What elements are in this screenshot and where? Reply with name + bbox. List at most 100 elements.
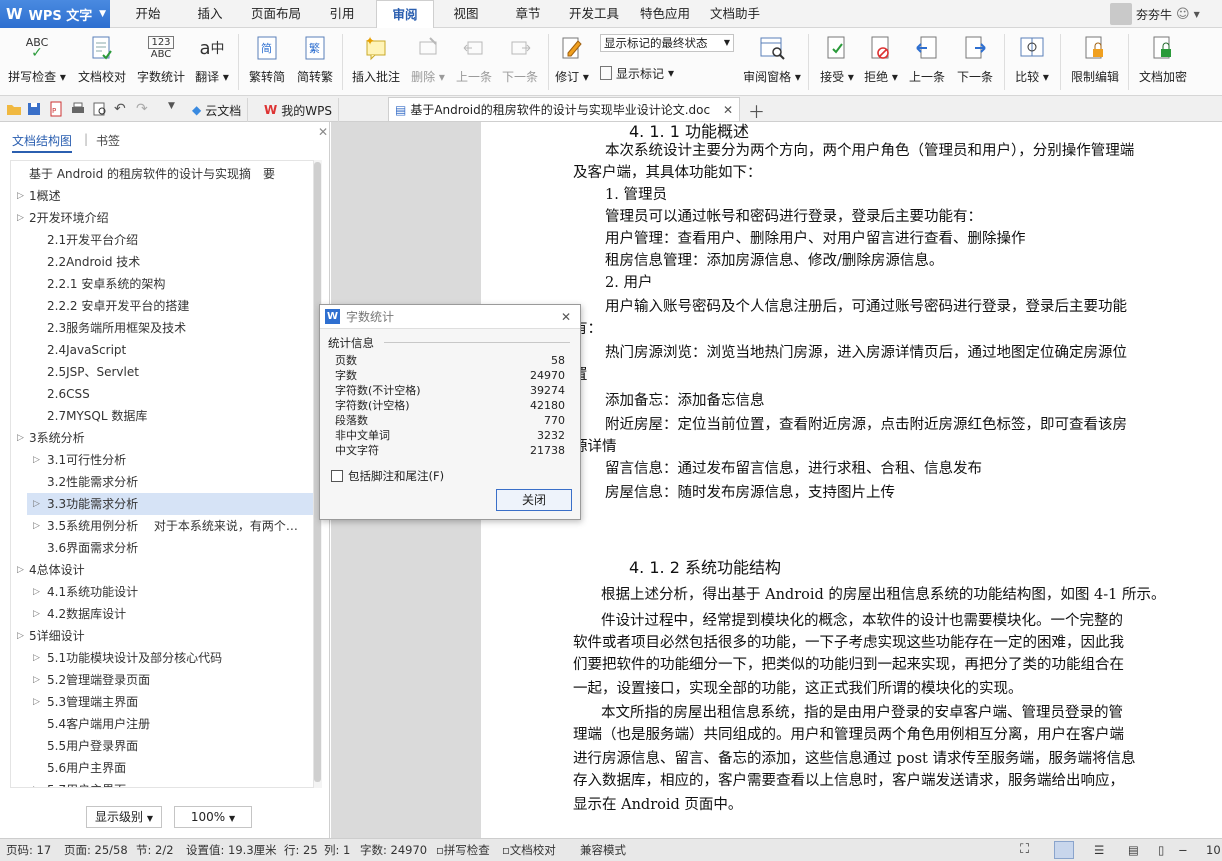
translate-button[interactable]: a中 翻译 ▾ — [190, 32, 234, 92]
outline-item[interactable]: 5.6用户主界面 — [27, 757, 313, 779]
expand-arrow-icon[interactable]: ▷ — [33, 493, 40, 515]
tab-my-wps[interactable]: W 我的WPS — [258, 98, 339, 122]
encrypt-doc-button[interactable]: 文档加密 — [1134, 32, 1192, 92]
dialog-title-bar[interactable]: W 字数统计 ✕ — [320, 305, 580, 329]
outline-item[interactable]: 2.3服务端所用框架及技术 — [27, 317, 313, 339]
export-pdf-icon[interactable]: P — [48, 101, 64, 117]
outline-item[interactable]: ▷ 5详细设计 — [11, 625, 313, 647]
close-icon[interactable]: ✕ — [318, 125, 328, 139]
app-menu-button[interactable]: W WPS 文字 ▼ — [0, 0, 110, 28]
print-preview-icon[interactable] — [92, 101, 108, 117]
insert-comment-button[interactable]: ✦ 插入批注 — [348, 32, 404, 92]
spell-check-button[interactable]: ABC ✓ 拼写检查 ▾ — [6, 32, 68, 92]
outline-item[interactable]: 5.4客户端用户注册 — [27, 713, 313, 735]
outline-item[interactable]: ▷ 5.7用户主界面 — [27, 779, 313, 787]
reject-button[interactable]: 拒绝 ▾ — [860, 32, 902, 92]
web-view-icon[interactable]: ▤ — [1128, 839, 1139, 861]
display-level-select[interactable]: 显示级别 ▼ — [86, 806, 162, 828]
expand-arrow-icon[interactable]: ▷ — [33, 779, 40, 787]
user-area[interactable]: 夯夯牛 ☺ ▼ — [1110, 0, 1222, 28]
delete-comment-button[interactable]: 删除 ▾ — [406, 32, 450, 92]
outline-item[interactable]: 基于 Android 的租房软件的设计与实现摘 要 — [11, 163, 313, 185]
menu-layout[interactable]: 页面布局 — [242, 0, 310, 28]
menu-references[interactable]: 引用 — [312, 0, 372, 28]
simp-to-trad-button[interactable]: 繁 简转繁 — [292, 32, 338, 92]
outline-item[interactable]: 5.5用户登录界面 — [27, 735, 313, 757]
outline-item[interactable]: 3.6界面需求分析 — [27, 537, 313, 559]
menu-insert[interactable]: 插入 — [180, 0, 240, 28]
outline-item[interactable]: ▷ 5.2管理端登录页面 — [27, 669, 313, 691]
next-change-button[interactable]: 下一条 — [952, 32, 998, 92]
outline-view-icon[interactable]: ☰ — [1094, 839, 1104, 861]
print-icon[interactable] — [70, 101, 86, 117]
prev-comment-button[interactable]: 上一条 — [452, 32, 496, 92]
open-folder-icon[interactable] — [6, 101, 22, 117]
outline-item[interactable]: 2.4JavaScript — [27, 339, 313, 361]
tab-cloud-docs[interactable]: ◆ 云文档 — [186, 98, 249, 122]
menu-view[interactable]: 视图 — [438, 0, 494, 28]
status-section[interactable]: 节: 2/2 — [136, 839, 174, 861]
outline-item[interactable]: ▷ 3.3功能需求分析 — [27, 493, 313, 515]
status-proofread[interactable]: ▫文档校对 — [502, 839, 556, 861]
outline-item[interactable]: 2.5JSP、Servlet — [27, 361, 313, 383]
status-position[interactable]: 设置值: 19.3厘米 — [186, 839, 277, 861]
fullscreen-icon[interactable]: ⛶ — [1020, 839, 1029, 861]
expand-arrow-icon[interactable]: ▷ — [33, 603, 40, 625]
status-line[interactable]: 行: 25 — [284, 839, 318, 861]
outline-item[interactable]: ▷ 3系统分析 — [11, 427, 313, 449]
outline-item[interactable]: ▷ 5.3管理端主界面 — [27, 691, 313, 713]
skin-icon[interactable]: ☺ — [1176, 7, 1190, 22]
expand-arrow-icon[interactable]: ▷ — [33, 647, 40, 669]
restrict-editing-button[interactable]: 限制编辑 — [1066, 32, 1124, 92]
trad-to-simp-button[interactable]: 简 繁转简 — [244, 32, 290, 92]
expand-arrow-icon[interactable]: ▷ — [33, 581, 40, 603]
zoom-out-icon[interactable]: − — [1178, 839, 1188, 861]
close-icon[interactable]: ✕ — [561, 310, 571, 324]
review-pane-button[interactable]: 审阅窗格 ▾ — [740, 32, 804, 92]
status-spell-check[interactable]: ▫拼写检查 — [436, 839, 490, 861]
menu-review[interactable]: 审阅 — [376, 0, 434, 29]
next-comment-button[interactable]: 下一条 — [498, 32, 542, 92]
outline-item[interactable]: 3.2性能需求分析 — [27, 471, 313, 493]
outline-item[interactable]: ▷ 4总体设计 — [11, 559, 313, 581]
status-page-number[interactable]: 页码: 17 — [6, 839, 51, 861]
panel-zoom-select[interactable]: 100% ▼ — [174, 806, 252, 828]
save-icon[interactable] — [26, 101, 42, 117]
document-page[interactable]: 4. 1. 1 功能概述 4. 1. 2 系统功能结构 本次系统设计主要分为两个… — [481, 122, 1222, 838]
outline-item[interactable]: ▷ 2开发环境介绍 — [11, 207, 313, 229]
status-word-count[interactable]: 字数: 24970 — [360, 839, 427, 861]
reading-view-icon[interactable]: ▯ — [1158, 839, 1164, 861]
close-icon[interactable]: ✕ — [723, 103, 733, 117]
doc-proof-button[interactable]: 文档校对 — [72, 32, 132, 92]
outline-item[interactable]: 2.7MYSQL 数据库 — [27, 405, 313, 427]
chevron-down-icon[interactable]: ▼ — [1194, 10, 1200, 19]
outline-item[interactable]: 2.6CSS — [27, 383, 313, 405]
outline-item[interactable]: 2.2.2 安卓开发平台的搭建 — [27, 295, 313, 317]
outline-item[interactable]: ▷ 3.5系统用例分析 对于本系统来说，有两个… — [27, 515, 313, 537]
outline-item[interactable]: 2.2.1 安卓系统的架构 — [27, 273, 313, 295]
undo-icon[interactable]: ↶ — [114, 101, 130, 117]
word-count-button[interactable]: 123 ABC 字数统计 — [134, 32, 188, 92]
accept-button[interactable]: 接受 ▾ — [816, 32, 858, 92]
zoom-level[interactable]: 10 — [1206, 839, 1221, 861]
show-markup-button[interactable]: 显示标记 ▾ — [600, 64, 674, 82]
outline-item[interactable]: 2.1开发平台介绍 — [27, 229, 313, 251]
menu-section[interactable]: 章节 — [500, 0, 556, 28]
expand-arrow-icon[interactable]: ▷ — [17, 427, 24, 449]
expand-arrow-icon[interactable]: ▷ — [17, 625, 24, 647]
include-footnotes-checkbox[interactable]: 包括脚注和尾注(F) — [331, 468, 444, 484]
chevron-down-icon[interactable]: ▼ — [168, 101, 184, 117]
outline-item[interactable]: 2.2Android 技术 — [27, 251, 313, 273]
checkbox-box[interactable] — [331, 470, 343, 482]
outline-item[interactable]: ▷ 3.1可行性分析 — [27, 449, 313, 471]
markup-mode-select[interactable]: 显示标记的最终状态 ▼ — [600, 34, 734, 52]
menu-features[interactable]: 特色应用 — [632, 0, 698, 28]
compare-button[interactable]: 比较 ▾ — [1010, 32, 1054, 92]
tab-outline[interactable]: 文档结构图 — [12, 132, 73, 153]
close-button[interactable]: 关闭 — [496, 489, 572, 511]
status-column[interactable]: 列: 1 — [324, 839, 350, 861]
expand-arrow-icon[interactable]: ▷ — [33, 515, 40, 537]
page-view-icon[interactable] — [1054, 841, 1074, 859]
tab-bookmarks[interactable]: 书签 — [96, 132, 120, 149]
menu-start[interactable]: 开始 — [118, 0, 178, 28]
